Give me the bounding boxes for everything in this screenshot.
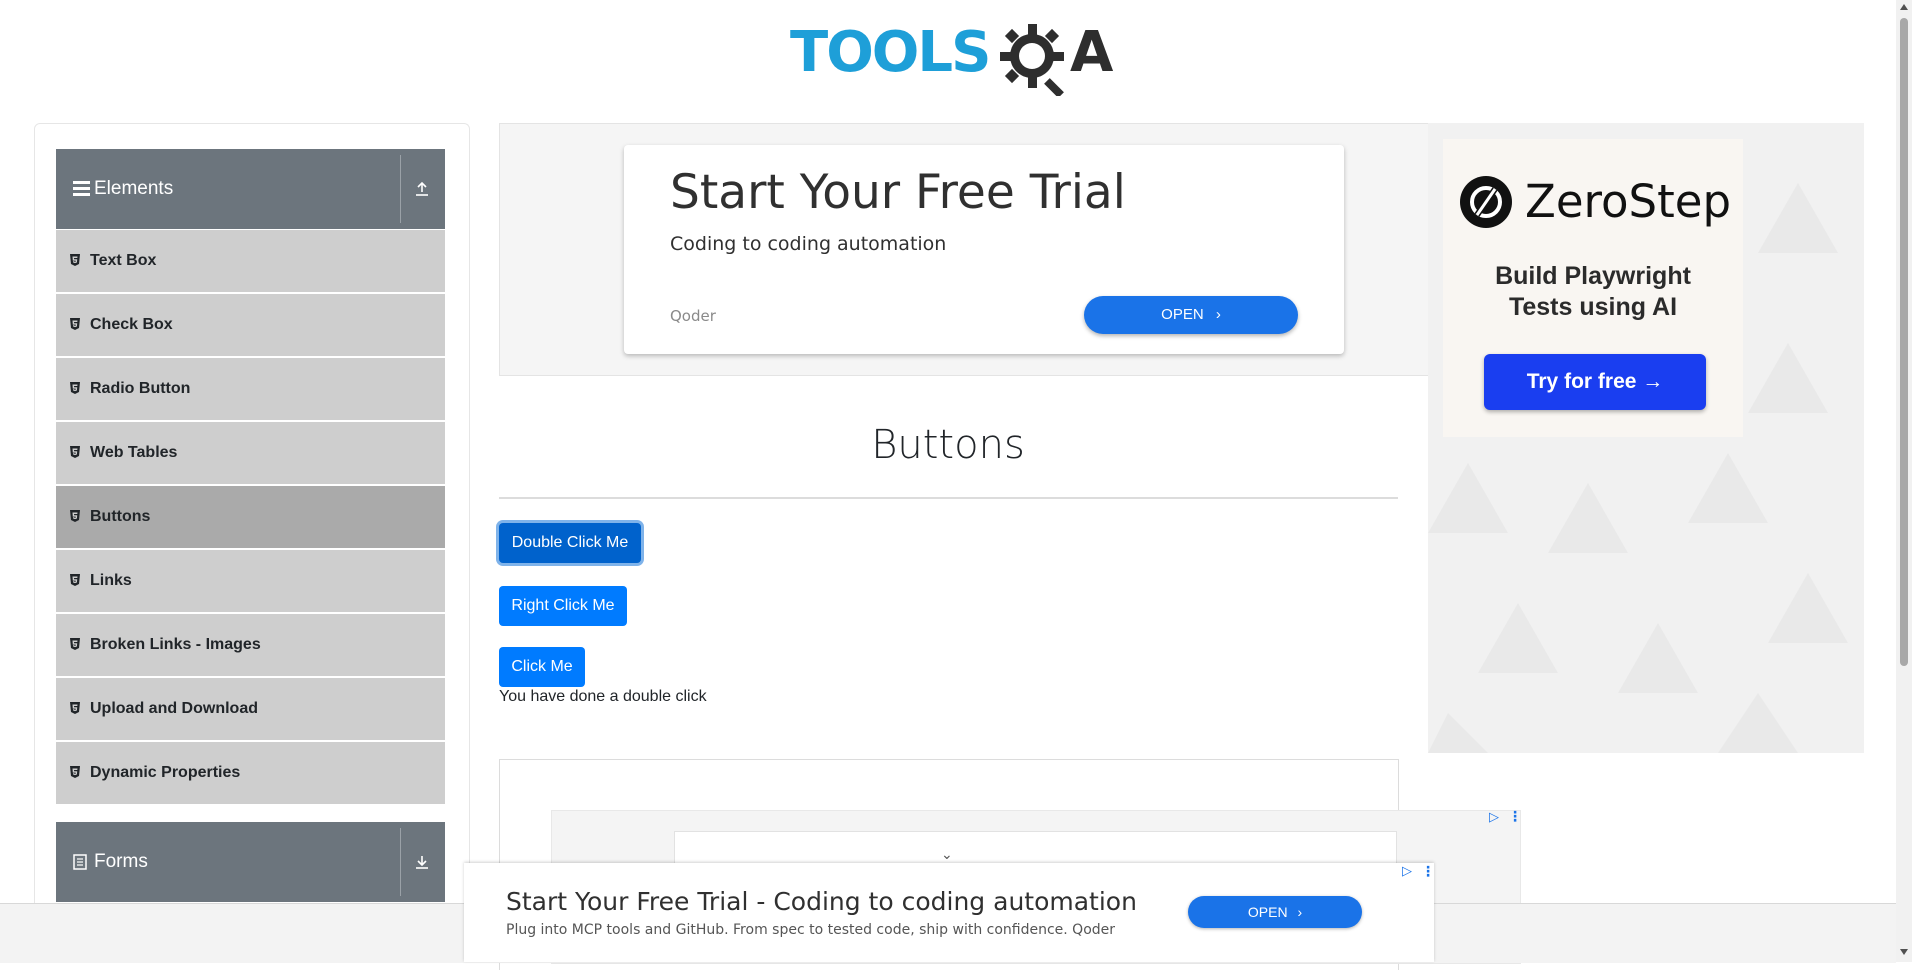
zerostep-logo-icon bbox=[1460, 176, 1512, 228]
sidebar-item-upload-and-download[interactable]: Upload and Download bbox=[56, 678, 445, 742]
sidebar-item-label: Radio Button bbox=[90, 380, 191, 397]
sidebar-item-check-box[interactable]: Check Box bbox=[56, 294, 445, 358]
top-ad-card[interactable]: Start Your Free Trial Coding to coding a… bbox=[624, 145, 1344, 354]
sidebar-item-label: Text Box bbox=[90, 252, 157, 269]
header-divider bbox=[400, 828, 401, 896]
chevron-right-icon: › bbox=[1215, 306, 1221, 323]
html5-icon bbox=[70, 574, 80, 586]
double-click-button[interactable]: Double Click Me bbox=[499, 523, 641, 563]
sidebar-item-label: Broken Links - Images bbox=[90, 636, 261, 653]
html5-icon bbox=[70, 382, 80, 394]
html5-icon bbox=[70, 254, 80, 266]
gear-magnifier-icon bbox=[1000, 24, 1064, 96]
page-title: Buttons bbox=[871, 422, 1025, 468]
sidebar-item-label: Buttons bbox=[90, 508, 151, 525]
click-me-button[interactable]: Click Me bbox=[499, 647, 585, 687]
bottom-ad-open-button[interactable]: OPEN › bbox=[1188, 896, 1362, 928]
html5-icon bbox=[70, 638, 80, 650]
logo-text-tools: TOOLS bbox=[790, 20, 991, 85]
hamburger-icon bbox=[73, 181, 90, 196]
ad-menu-icon[interactable]: ⋮ bbox=[1421, 863, 1435, 880]
html5-icon bbox=[70, 702, 80, 714]
html5-icon bbox=[70, 318, 80, 330]
tagline-line-2: Tests using AI bbox=[1508, 293, 1678, 321]
scrollbar-thumb[interactable] bbox=[1900, 18, 1908, 666]
form-icon bbox=[73, 854, 87, 870]
bottom-ad-open-label: OPEN bbox=[1247, 904, 1288, 920]
ad-subtitle: Coding to coding automation bbox=[670, 233, 947, 255]
bottom-ad-subtitle: Plug into MCP tools and GitHub. From spe… bbox=[506, 922, 1116, 938]
ad-brand: Qoder bbox=[670, 307, 716, 325]
right-click-button[interactable]: Right Click Me bbox=[499, 586, 627, 626]
scroll-up-arrow-icon[interactable] bbox=[1899, 3, 1909, 11]
chevron-down-icon[interactable]: ⌄ bbox=[941, 846, 953, 863]
zerostep-brand: ZeroStep bbox=[1525, 175, 1732, 228]
html5-icon bbox=[70, 446, 80, 458]
expand-down-icon[interactable] bbox=[408, 848, 436, 876]
html5-icon bbox=[70, 766, 80, 778]
chevron-right-icon: › bbox=[1297, 904, 1303, 920]
toolsqa-logo[interactable]: TOOLS A bbox=[790, 14, 1113, 96]
sidebar-item-label: Dynamic Properties bbox=[90, 764, 241, 781]
sidebar-item-label: Web Tables bbox=[90, 444, 178, 461]
sidebar-item-label: Upload and Download bbox=[90, 700, 258, 717]
html5-icon bbox=[70, 510, 80, 522]
collapse-up-icon[interactable] bbox=[408, 175, 436, 203]
sidebar-item-broken-links-images[interactable]: Broken Links - Images bbox=[56, 614, 445, 678]
tagline-line-1: Build Playwright bbox=[1495, 262, 1691, 290]
ad-menu-icon[interactable]: ⋮ bbox=[1508, 808, 1522, 825]
title-divider bbox=[499, 497, 1398, 499]
scroll-down-arrow-icon[interactable] bbox=[1899, 948, 1909, 956]
try-for-free-button[interactable]: Try for free → bbox=[1484, 354, 1706, 410]
group-header-forms[interactable]: Forms bbox=[56, 822, 445, 902]
bottom-ad-title: Start Your Free Trial - Coding to coding… bbox=[506, 887, 1137, 916]
ad-open-button[interactable]: OPEN › bbox=[1084, 296, 1298, 334]
zerostep-ad-panel[interactable]: ZeroStep Build Playwright Tests using AI… bbox=[1443, 139, 1743, 437]
bottom-sticky-ad[interactable]: Start Your Free Trial - Coding to coding… bbox=[464, 863, 1435, 962]
sidebar-item-buttons[interactable]: Buttons bbox=[56, 486, 445, 550]
logo-text-qa: A bbox=[1070, 20, 1113, 85]
sidebar-item-text-box[interactable]: Text Box bbox=[56, 230, 445, 294]
ad-title: Start Your Free Trial bbox=[670, 165, 1126, 220]
adchoices-icon[interactable]: ▷ bbox=[1489, 809, 1499, 825]
sidebar-item-web-tables[interactable]: Web Tables bbox=[56, 422, 445, 486]
sidebar-item-label: Links bbox=[90, 572, 132, 589]
sidebar-item-links[interactable]: Links bbox=[56, 550, 445, 614]
ad-open-label: OPEN bbox=[1161, 306, 1204, 323]
group-title-forms: Forms bbox=[94, 851, 148, 872]
group-header-elements[interactable]: Elements bbox=[56, 149, 445, 229]
header-divider bbox=[400, 155, 401, 223]
sidebar-item-label: Check Box bbox=[90, 316, 173, 333]
double-click-message: You have done a double click bbox=[499, 688, 707, 705]
zerostep-tagline: Build Playwright Tests using AI bbox=[1443, 261, 1743, 323]
adchoices-icon[interactable]: ▷ bbox=[1402, 863, 1412, 879]
group-title-elements: Elements bbox=[94, 178, 174, 199]
sidebar-item-radio-button[interactable]: Radio Button bbox=[56, 358, 445, 422]
sidebar-item-dynamic-properties[interactable]: Dynamic Properties bbox=[56, 742, 445, 806]
